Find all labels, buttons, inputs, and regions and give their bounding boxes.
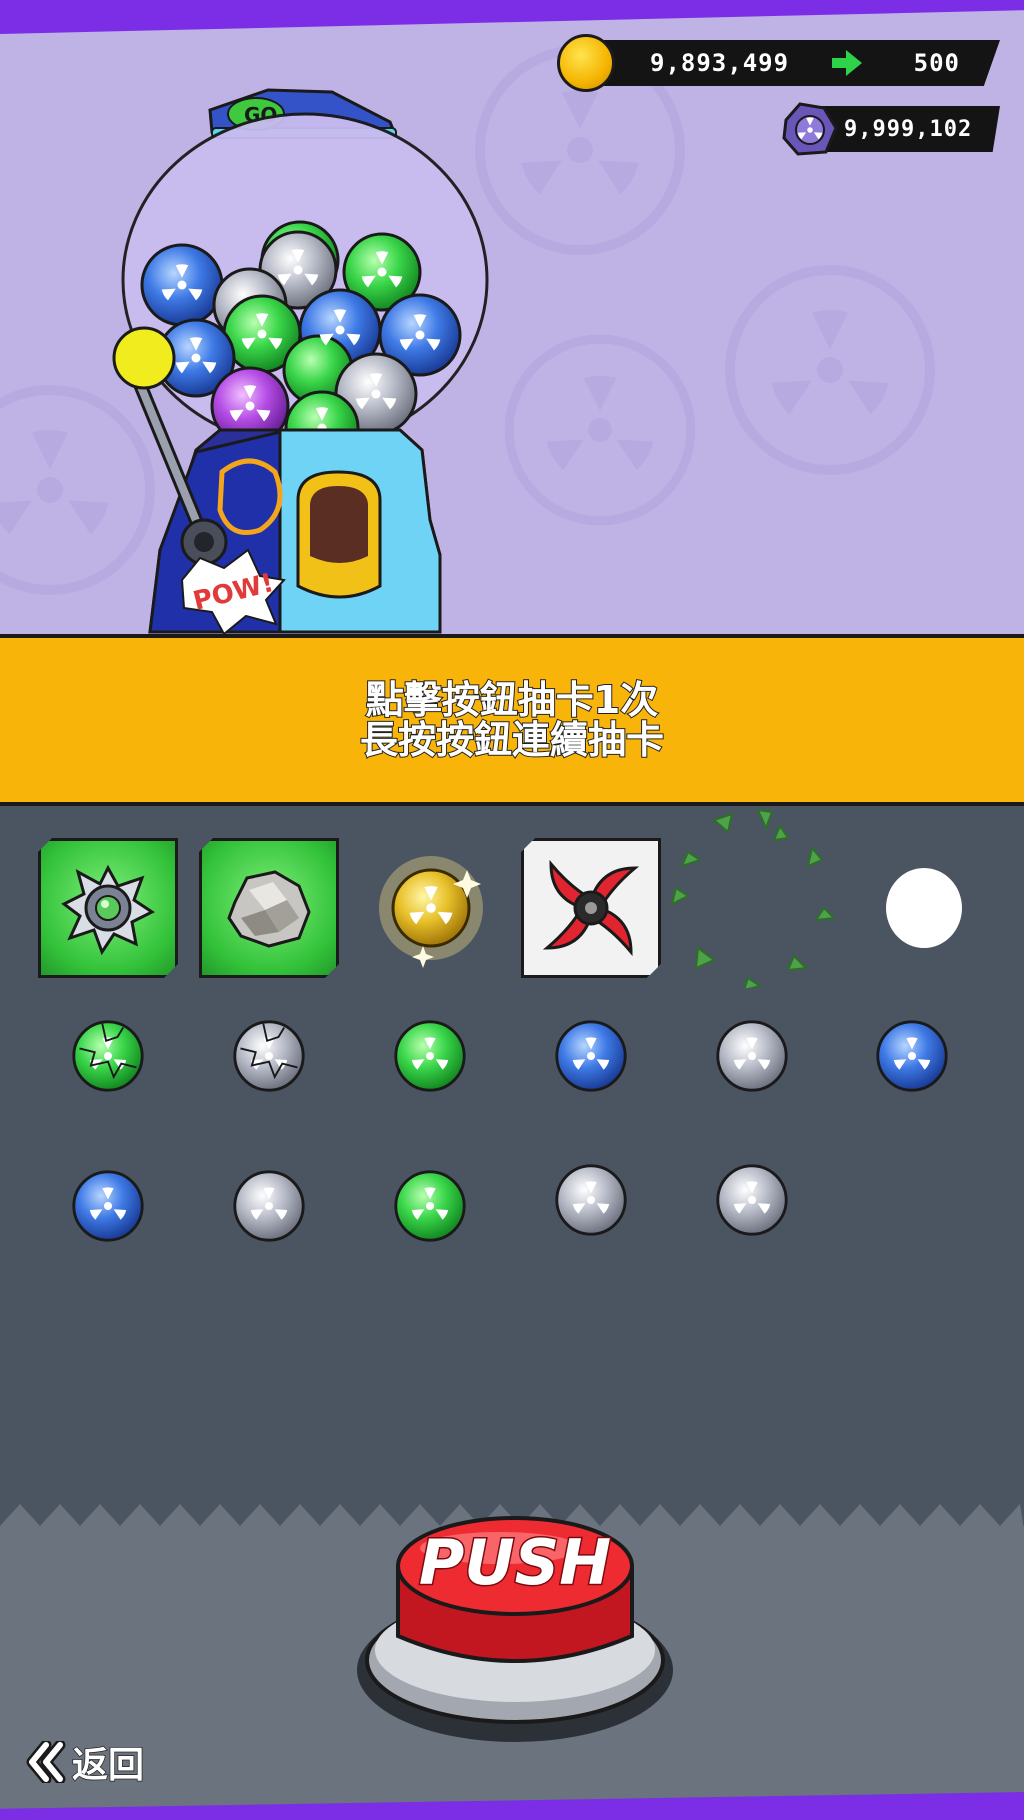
silver-capsule-icon <box>716 1020 788 1092</box>
back-button-label: 返回 <box>71 1744 145 1787</box>
green-capsule-icon <box>394 1170 466 1242</box>
rewards-grid <box>0 806 1024 1526</box>
radiation-gem-icon <box>782 102 838 156</box>
reward-gold-capsule[interactable] <box>361 838 501 978</box>
silver-capsule-cracked-icon <box>233 1020 305 1092</box>
coin-counter: 9,893,499 500 <box>596 40 1000 86</box>
rock-icon <box>227 870 311 948</box>
red-shuriken-icon <box>542 859 640 957</box>
white-flash-icon <box>886 868 962 948</box>
coin-bonus-amount: 500 <box>913 49 960 77</box>
reward-burst-effect <box>664 808 844 992</box>
instruction-line-1: 點擊按鈕抽卡1次 <box>365 678 659 722</box>
silver-capsule-icon <box>555 1164 627 1236</box>
gumball-pile <box>140 220 462 466</box>
burst-fragments-icon <box>670 808 837 992</box>
lever-knob <box>112 326 176 390</box>
spiked-shield-icon <box>61 864 155 956</box>
reward-flash <box>854 838 994 978</box>
machine-scene: 9,893,499 500 9,999,102 GO POW! <box>0 0 1024 634</box>
reward-card-spiked-shield[interactable] <box>38 838 178 978</box>
top-stripe <box>0 0 1024 34</box>
blue-capsule-icon <box>876 1020 948 1092</box>
green-capsule-cracked-icon <box>72 1020 144 1092</box>
arrow-right-icon <box>832 50 862 76</box>
push-button-label: PUSH <box>419 1526 611 1599</box>
gold-capsule-icon <box>379 856 483 968</box>
reward-card-shuriken[interactable] <box>521 838 661 978</box>
instruction-banner: 點擊按鈕抽卡1次 長按按鈕連續抽卡 <box>0 634 1024 806</box>
coin-icon <box>557 34 615 92</box>
bottom-stripe <box>0 1792 1024 1820</box>
silver-capsule-icon <box>716 1164 788 1236</box>
gumball-machine: GO POW! <box>112 88 489 634</box>
gem-amount: 9,999,102 <box>844 116 973 142</box>
gem-counter: 9,999,102 <box>816 106 1000 152</box>
coin-amount: 9,893,499 <box>650 49 790 77</box>
bg-radiation-pattern <box>504 334 696 526</box>
silver-capsule-icon <box>233 1170 305 1242</box>
instruction-line-2: 長按按鈕連續抽卡 <box>359 718 665 762</box>
back-button[interactable]: 返回 <box>26 1736 145 1788</box>
blue-capsule-icon <box>555 1020 627 1092</box>
reward-card-rock[interactable] <box>199 838 339 978</box>
green-capsule-icon <box>394 1020 466 1092</box>
push-button[interactable]: PUSH <box>350 1490 680 1750</box>
bg-radiation-pattern <box>725 265 935 475</box>
double-chevron-left-icon <box>26 1741 66 1783</box>
push-button-graphic: PUSH <box>357 1516 673 1742</box>
blue-capsule-icon <box>72 1170 144 1242</box>
